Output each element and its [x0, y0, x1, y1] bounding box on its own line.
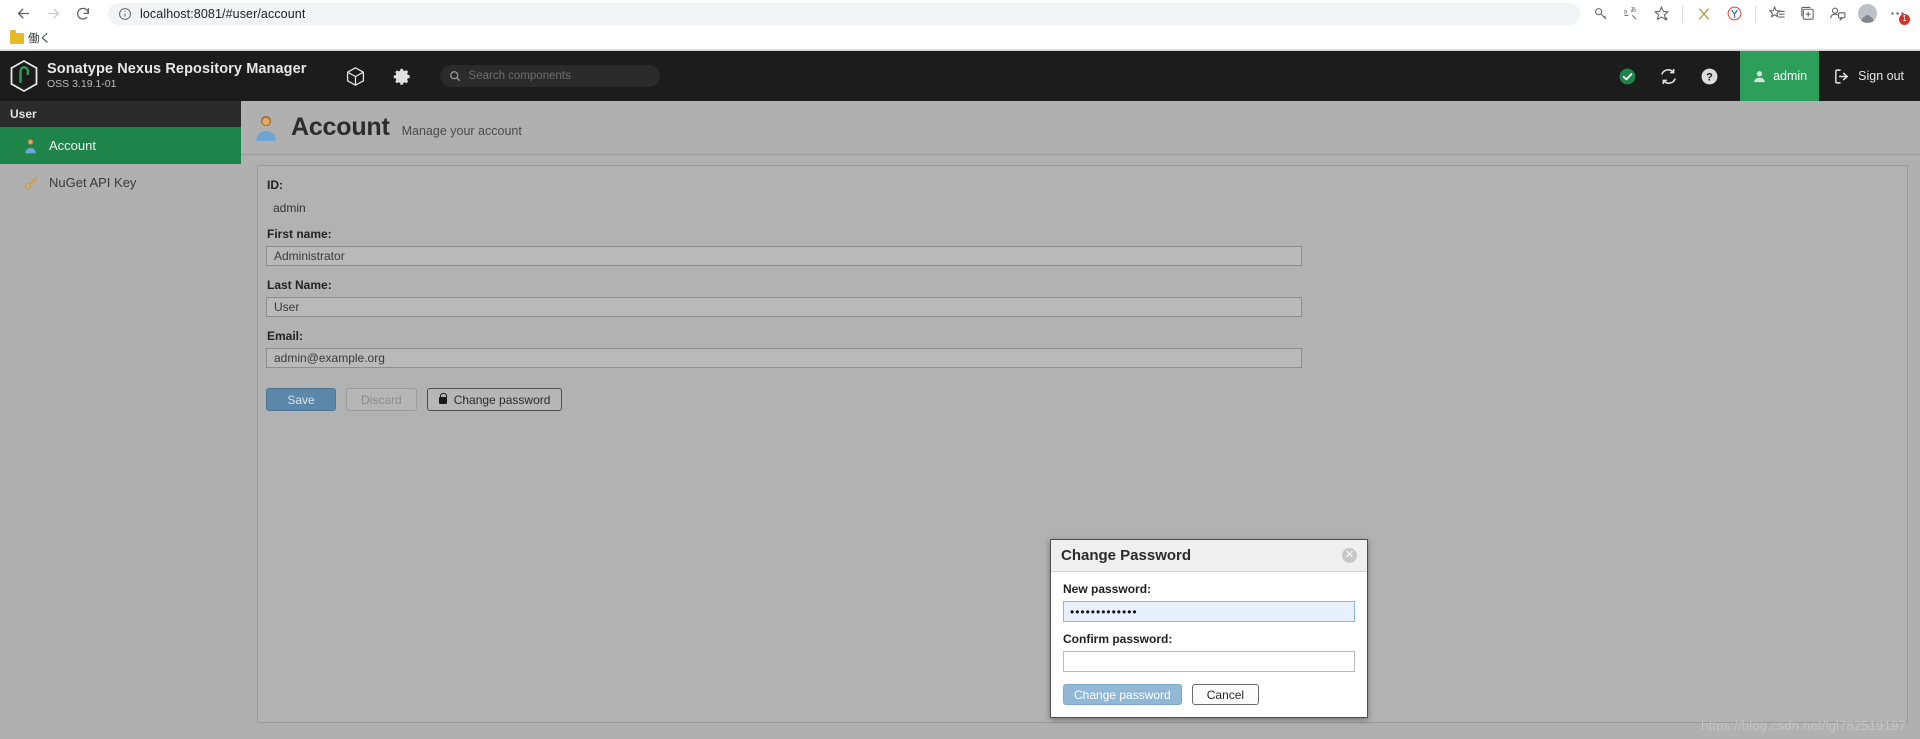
update-badge: 1	[1899, 13, 1910, 25]
svg-text:?: ?	[1706, 71, 1713, 83]
yandex-extension-icon[interactable]	[1719, 2, 1749, 26]
toolbar-divider	[1682, 5, 1683, 22]
dialog-cancel-button[interactable]: Cancel	[1191, 684, 1260, 705]
collections-favorites-icon[interactable]	[1762, 2, 1792, 26]
green-check-status-icon[interactable]	[1610, 51, 1644, 101]
password-key-icon[interactable]	[1586, 2, 1616, 26]
user-avatar-icon	[1752, 69, 1767, 84]
nexus-application: Sonatype Nexus Repository Manager OSS 3.…	[0, 51, 1920, 739]
nexus-hexagon-logo	[10, 59, 38, 93]
sidebar-item-account[interactable]: Account	[0, 127, 241, 164]
toolbar-divider-2	[1755, 5, 1756, 22]
sidebar-item-nuget-api-key[interactable]: NuGet API Key	[0, 164, 241, 201]
bookmark-folder-work[interactable]: 働く	[10, 30, 51, 46]
browser-essentials-icon[interactable]	[1822, 2, 1852, 26]
brand-version: OSS 3.19.1-01	[47, 78, 117, 91]
folder-icon	[10, 30, 24, 44]
translate-icon[interactable]: aあ	[1616, 2, 1646, 26]
email-input[interactable]	[266, 348, 1302, 368]
change-password-label: Change password	[453, 392, 551, 407]
confirm-password-label: Confirm password:	[1063, 632, 1173, 646]
forward-button[interactable]	[38, 2, 68, 26]
id-value: admin	[273, 201, 306, 215]
content-area: Account Manage your account ID: admin Fi…	[241, 101, 1920, 739]
refresh-icon[interactable]	[1651, 51, 1685, 101]
confirm-password-input[interactable]	[1063, 651, 1355, 672]
sign-out-button[interactable]: Sign out	[1819, 51, 1920, 101]
sidebar-item-label: Account	[49, 138, 96, 153]
close-circle-icon[interactable]: ✕	[1342, 548, 1357, 563]
first-name-input[interactable]	[266, 246, 1302, 266]
change-password-dialog: Change Password ✕ New password: Confirm …	[1050, 539, 1368, 718]
form-button-row: Save Discard Change password	[266, 388, 1907, 411]
svg-text:a: a	[1624, 8, 1628, 15]
first-name-label: First name:	[267, 227, 332, 241]
email-label: Email:	[267, 329, 304, 343]
nexus-header: Sonatype Nexus Repository Manager OSS 3.…	[0, 51, 1920, 101]
dialog-header: Change Password ✕	[1051, 540, 1367, 572]
app-body: User Account NuGet API Key Account Manag…	[0, 101, 1920, 739]
browser-toolbar: localhost:8081/#user/account aあ 1	[0, 0, 1920, 27]
last-name-label: Last Name:	[267, 278, 332, 292]
bookmark-label: 働く	[28, 33, 51, 45]
page-title: Account	[291, 113, 390, 141]
change-password-button[interactable]: Change password	[426, 388, 563, 411]
search-input[interactable]	[466, 69, 651, 83]
watermark-text: https://blog.csdn.net/lgl782519197	[1701, 718, 1906, 733]
svg-text:あ: あ	[1630, 7, 1636, 14]
user-menu-admin-tab[interactable]: admin	[1740, 51, 1820, 101]
header-right-cluster: ? admin Sign out	[1610, 51, 1920, 101]
page-subtitle: Manage your account	[401, 123, 522, 138]
gear-admin-icon[interactable]	[388, 61, 418, 91]
dialog-title: Change Password	[1061, 547, 1192, 564]
favorite-star-icon[interactable]	[1646, 2, 1676, 26]
id-label: ID:	[267, 178, 283, 192]
new-password-label: New password:	[1063, 582, 1152, 596]
extension-x-icon[interactable]	[1689, 2, 1719, 26]
discard-button[interactable]: Discard	[346, 388, 417, 411]
reload-button[interactable]	[68, 2, 98, 26]
brand-title: Sonatype Nexus Repository Manager	[47, 61, 307, 77]
avatar[interactable]	[1857, 4, 1877, 23]
sign-out-label: Sign out	[1858, 69, 1904, 83]
key-icon	[22, 174, 39, 191]
settings-more-icon[interactable]: 1	[1882, 2, 1912, 26]
page-header: Account Manage your account	[241, 101, 1920, 155]
url-text: localhost:8081/#user/account	[140, 6, 306, 21]
info-circle-icon[interactable]	[118, 7, 132, 21]
dialog-button-row: Change password Cancel	[1063, 684, 1355, 705]
save-button[interactable]: Save	[266, 388, 336, 411]
browser-toolbar-icons: aあ 1	[1586, 2, 1912, 26]
dialog-change-password-button[interactable]: Change password	[1063, 684, 1182, 705]
back-button[interactable]	[8, 2, 38, 26]
user-account-icon	[253, 114, 279, 142]
dialog-body: New password: Confirm password: Change p…	[1051, 572, 1367, 717]
new-password-input[interactable]	[1063, 601, 1355, 622]
brand-block[interactable]: Sonatype Nexus Repository Manager OSS 3.…	[0, 59, 307, 93]
account-form: ID: admin First name: Last Name: Email: …	[258, 166, 1907, 411]
profile-avatar-icon[interactable]	[1852, 2, 1882, 26]
sidebar-item-label: NuGet API Key	[49, 175, 137, 190]
sidebar: User Account NuGet API Key	[0, 101, 241, 739]
admin-label: admin	[1773, 69, 1808, 83]
cube-browse-icon[interactable]	[341, 61, 371, 91]
help-circle-icon[interactable]: ?	[1692, 51, 1726, 101]
browser-chrome: localhost:8081/#user/account aあ 1 働く	[0, 0, 1920, 51]
sign-out-icon	[1833, 68, 1850, 85]
collections-icon[interactable]	[1792, 2, 1822, 26]
search-icon	[449, 70, 461, 82]
address-bar[interactable]: localhost:8081/#user/account	[108, 2, 1580, 25]
brand-text: Sonatype Nexus Repository Manager OSS 3.…	[47, 61, 307, 91]
user-account-icon	[22, 137, 39, 154]
lock-icon	[438, 393, 448, 404]
sidebar-section-title: User	[0, 101, 241, 127]
component-search-box[interactable]	[439, 65, 660, 87]
last-name-input[interactable]	[266, 297, 1302, 317]
bookmarks-bar: 働く	[0, 27, 1920, 50]
